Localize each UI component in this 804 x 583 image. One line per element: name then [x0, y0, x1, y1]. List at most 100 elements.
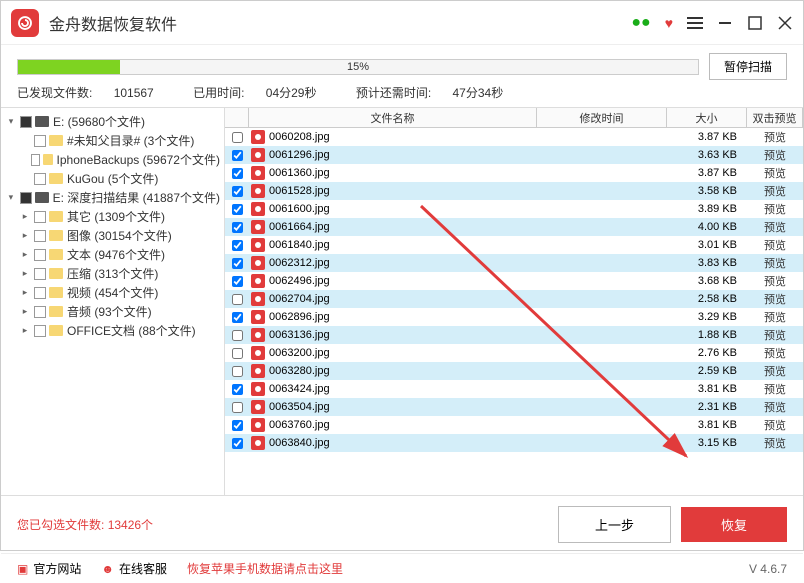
file-row[interactable]: 0063504.jpg 2.31 KB 预览: [225, 398, 803, 416]
tree-arrow-icon[interactable]: ▸: [19, 306, 31, 317]
tree-arrow-icon[interactable]: ▸: [19, 230, 31, 241]
file-row[interactable]: 0063424.jpg 3.81 KB 预览: [225, 380, 803, 398]
file-row[interactable]: 0062312.jpg 3.83 KB 预览: [225, 254, 803, 272]
preview-link[interactable]: 预览: [747, 399, 803, 415]
tree-checkbox[interactable]: [31, 154, 40, 166]
preview-link[interactable]: 预览: [747, 309, 803, 325]
file-row[interactable]: 0063136.jpg 1.88 KB 预览: [225, 326, 803, 344]
preview-link[interactable]: 预览: [747, 291, 803, 307]
preview-link[interactable]: 预览: [747, 165, 803, 181]
file-row[interactable]: 0063760.jpg 3.81 KB 预览: [225, 416, 803, 434]
col-time[interactable]: 修改时间: [537, 108, 667, 127]
file-checkbox[interactable]: [232, 222, 243, 233]
preview-link[interactable]: 预览: [747, 129, 803, 145]
tree-checkbox[interactable]: [34, 249, 46, 261]
tree-arrow-icon[interactable]: ▸: [19, 211, 31, 222]
tree-checkbox[interactable]: [20, 116, 32, 128]
file-checkbox[interactable]: [232, 276, 243, 287]
file-row[interactable]: 0062704.jpg 2.58 KB 预览: [225, 290, 803, 308]
file-checkbox[interactable]: [232, 240, 243, 251]
preview-link[interactable]: 预览: [747, 219, 803, 235]
tree-item[interactable]: ▸ 视频 (454个文件): [1, 283, 224, 302]
preview-link[interactable]: 预览: [747, 417, 803, 433]
tree-checkbox[interactable]: [34, 135, 46, 147]
file-checkbox[interactable]: [232, 168, 243, 179]
tree-arrow-icon[interactable]: ▾: [5, 192, 17, 203]
file-row[interactable]: 0061664.jpg 4.00 KB 预览: [225, 218, 803, 236]
tree-checkbox[interactable]: [34, 268, 46, 280]
tree-checkbox[interactable]: [34, 306, 46, 318]
preview-link[interactable]: 预览: [747, 201, 803, 217]
preview-link[interactable]: 预览: [747, 381, 803, 397]
file-row[interactable]: 0061600.jpg 3.89 KB 预览: [225, 200, 803, 218]
file-row[interactable]: 0063280.jpg 2.59 KB 预览: [225, 362, 803, 380]
tree-item[interactable]: ▸ 压缩 (313个文件): [1, 264, 224, 283]
preview-link[interactable]: 预览: [747, 147, 803, 163]
file-checkbox[interactable]: [232, 420, 243, 431]
minimize-button[interactable]: [717, 15, 733, 31]
tree-arrow-icon[interactable]: ▸: [19, 249, 31, 260]
preview-link[interactable]: 预览: [747, 363, 803, 379]
tree-item[interactable]: ▸ 其它 (1309个文件): [1, 207, 224, 226]
tree-checkbox[interactable]: [20, 192, 32, 204]
file-row[interactable]: 0063200.jpg 2.76 KB 预览: [225, 344, 803, 362]
file-checkbox[interactable]: [232, 330, 243, 341]
file-checkbox[interactable]: [232, 186, 243, 197]
file-checkbox[interactable]: [232, 294, 243, 305]
pause-scan-button[interactable]: 暂停扫描: [709, 53, 787, 80]
tree-item[interactable]: ▸ OFFICE文档 (88个文件): [1, 321, 224, 340]
file-row[interactable]: 0060208.jpg 3.87 KB 预览: [225, 128, 803, 146]
preview-link[interactable]: 预览: [747, 237, 803, 253]
file-checkbox[interactable]: [232, 132, 243, 143]
tree-arrow-icon[interactable]: ▾: [5, 116, 17, 127]
official-site-link[interactable]: ▣官方网站: [17, 560, 81, 577]
maximize-button[interactable]: [747, 15, 763, 31]
tree-checkbox[interactable]: [34, 287, 46, 299]
tree-arrow-icon[interactable]: ▸: [19, 325, 31, 336]
file-checkbox[interactable]: [232, 258, 243, 269]
col-preview[interactable]: 双击预览: [747, 108, 803, 127]
file-checkbox[interactable]: [232, 150, 243, 161]
menu-icon[interactable]: [687, 15, 703, 31]
file-checkbox[interactable]: [232, 348, 243, 359]
tree-checkbox[interactable]: [34, 173, 46, 185]
close-button[interactable]: [777, 15, 793, 31]
preview-link[interactable]: 预览: [747, 183, 803, 199]
tree-item[interactable]: ▸ 文本 (9476个文件): [1, 245, 224, 264]
preview-link[interactable]: 预览: [747, 255, 803, 271]
file-checkbox[interactable]: [232, 204, 243, 215]
tree-item[interactable]: ▾ E: (59680个文件): [1, 112, 224, 131]
preview-link[interactable]: 预览: [747, 273, 803, 289]
file-row[interactable]: 0061840.jpg 3.01 KB 预览: [225, 236, 803, 254]
wechat-icon[interactable]: ●●: [631, 14, 650, 32]
preview-link[interactable]: 预览: [747, 435, 803, 451]
col-checkbox[interactable]: [225, 108, 249, 127]
col-size[interactable]: 大小: [667, 108, 747, 127]
file-checkbox[interactable]: [232, 312, 243, 323]
file-checkbox[interactable]: [232, 402, 243, 413]
tree-arrow-icon[interactable]: ▸: [19, 268, 31, 279]
file-list-body[interactable]: 0060208.jpg 3.87 KB 预览 0061296.jpg 3.63 …: [225, 128, 803, 495]
tree-item[interactable]: #未知父目录# (3个文件): [1, 131, 224, 150]
tree-item[interactable]: KuGou (5个文件): [1, 169, 224, 188]
tree-checkbox[interactable]: [34, 325, 46, 337]
tree-item[interactable]: ▾ E: 深度扫描结果 (41887个文件): [1, 188, 224, 207]
tree-item[interactable]: IphoneBackups (59672个文件): [1, 150, 224, 169]
file-checkbox[interactable]: [232, 366, 243, 377]
file-row[interactable]: 0062496.jpg 3.68 KB 预览: [225, 272, 803, 290]
file-checkbox[interactable]: [232, 384, 243, 395]
promo-link[interactable]: 恢复苹果手机数据请点击这里: [187, 560, 749, 577]
file-row[interactable]: 0062896.jpg 3.29 KB 预览: [225, 308, 803, 326]
heart-icon[interactable]: ♥: [665, 15, 673, 31]
recover-button[interactable]: 恢复: [681, 507, 787, 542]
tree-checkbox[interactable]: [34, 211, 46, 223]
preview-link[interactable]: 预览: [747, 345, 803, 361]
file-row[interactable]: 0061360.jpg 3.87 KB 预览: [225, 164, 803, 182]
file-row[interactable]: 0063840.jpg 3.15 KB 预览: [225, 434, 803, 452]
col-name[interactable]: 文件名称: [249, 108, 537, 127]
prev-step-button[interactable]: 上一步: [558, 506, 671, 543]
file-row[interactable]: 0061528.jpg 3.58 KB 预览: [225, 182, 803, 200]
folder-tree[interactable]: ▾ E: (59680个文件) #未知父目录# (3个文件) IphoneBac…: [1, 108, 225, 495]
file-row[interactable]: 0061296.jpg 3.63 KB 预览: [225, 146, 803, 164]
customer-service-link[interactable]: ☻在线客服: [101, 560, 167, 577]
